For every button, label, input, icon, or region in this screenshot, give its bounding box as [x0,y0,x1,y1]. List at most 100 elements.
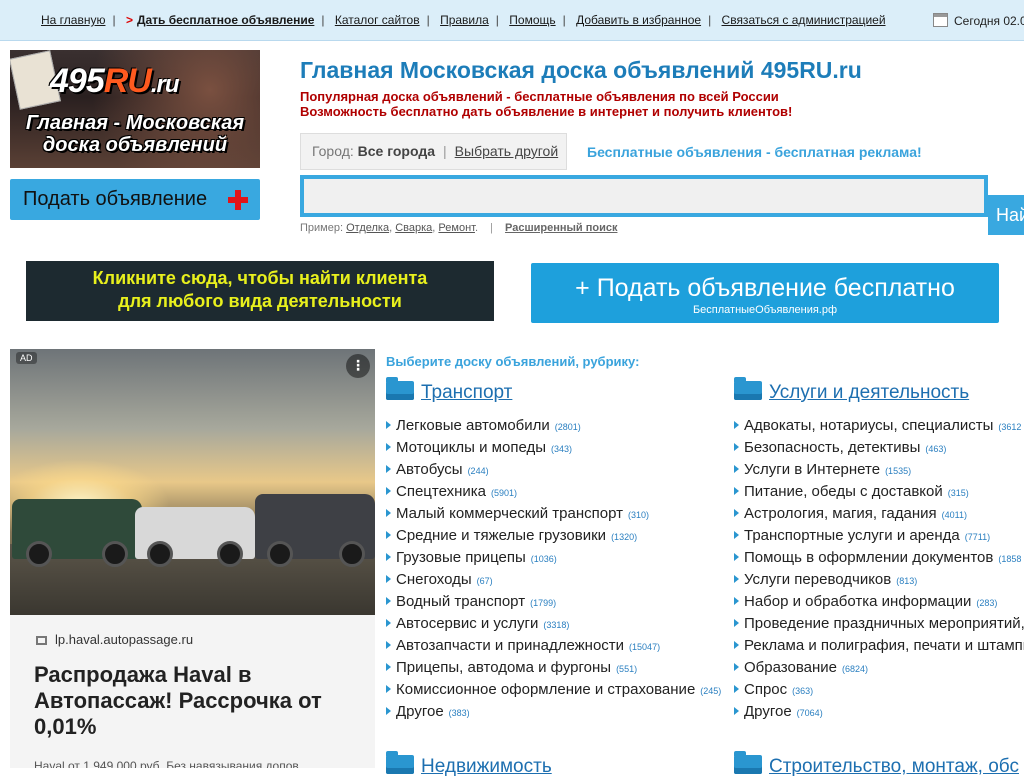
arrow-right-icon [386,509,391,517]
category-header: Услуги и деятельность [734,377,1024,408]
free-ad-banner[interactable]: + Подать объявление бесплатно Бесплатные… [531,263,999,323]
list-item-label[interactable]: Мотоциклы и мопеды [396,439,546,456]
wheel-icon [102,541,128,567]
advanced-search-link[interactable]: Расширенный поиск [505,222,617,234]
ad-domain[interactable]: lp.haval.autopassage.ru [36,632,193,647]
arrow-right-icon [734,531,739,539]
list-item[interactable]: Прицепы, автодома и фургоны (551) [386,659,686,681]
list-item-count: (67) [476,576,493,586]
nav-free-ad-link[interactable]: Дать бесплатное объявление [137,13,314,27]
list-item[interactable]: Безопасность, детективы (463) [734,439,1024,461]
list-item-label[interactable]: Автобусы [396,461,463,478]
list-item-label[interactable]: Транспортные услуги и аренда [744,527,960,544]
advertisement[interactable]: AD ⋮ lp.haval.autopassage.ru Распродажа … [10,349,375,768]
example-link[interactable]: Сварка [395,222,432,234]
list-item[interactable]: Легковые автомобили (2801) [386,417,686,439]
example-link[interactable]: Отделка [346,222,389,234]
list-item-label[interactable]: Автозапчасти и принадлежности [396,637,624,654]
arrow-right-icon [386,575,391,583]
list-item-label[interactable]: Питание, обеды с доставкой [744,483,943,500]
category-title-link[interactable]: Услуги и деятельность [769,382,969,403]
list-item[interactable]: Услуги переводчиков (813) [734,571,1024,593]
list-item-label[interactable]: Услуги в Интернете [744,461,880,478]
list-item-count: (551) [616,664,638,674]
list-item[interactable]: Спрос (363) [734,681,1024,703]
list-item[interactable]: Услуги в Интернете (1535) [734,461,1024,483]
nav-home-link[interactable]: На главную [41,13,105,27]
list-item[interactable]: Автобусы (244) [386,461,686,483]
nav-rules-link[interactable]: Правила [440,13,489,27]
category-title-link[interactable]: Транспорт [421,382,512,403]
list-item-label[interactable]: Другое [396,703,444,720]
list-item-label[interactable]: Набор и обработка информации [744,593,971,610]
list-item-count: (5901) [491,488,518,498]
list-item-label[interactable]: Малый коммерческий транспорт [396,505,623,522]
category-title-link[interactable]: Недвижимость [421,756,552,777]
list-item-label[interactable]: Грузовые прицепы [396,549,526,566]
list-item-label[interactable]: Услуги переводчиков [744,571,891,588]
list-item[interactable]: Спецтехника (5901) [386,483,686,505]
search-button[interactable]: Найти [988,195,1024,235]
list-item[interactable]: Помощь в оформлении документов (1858 [734,549,1024,571]
list-item-label[interactable]: Комиссионное оформление и страхование [396,681,695,698]
nav-favorites-link[interactable]: Добавить в избранное [576,13,701,27]
list-item[interactable]: Снегоходы (67) [386,571,686,593]
arrow-right-icon [734,707,739,715]
list-item[interactable]: Автозапчасти и принадлежности (15047) [386,637,686,659]
ad-headline[interactable]: Распродажа Haval в Автопассаж! Рассрочка… [34,662,364,740]
search-input[interactable] [300,175,988,217]
list-item-label[interactable]: Снегоходы [396,571,472,588]
list-item[interactable]: Реклама и полиграфия, печати и штампы [734,637,1024,659]
list-item[interactable]: Водный транспорт (1799) [386,593,686,615]
site-icon [36,636,47,645]
list-item-label[interactable]: Проведение праздничных мероприятий, [744,615,1024,632]
arrow-right-icon [386,443,391,451]
city-change-link[interactable]: Выбрать другой [455,143,558,159]
list-item[interactable]: Мотоциклы и мопеды (343) [386,439,686,461]
list-item-label[interactable]: Образование [744,659,837,676]
list-item[interactable]: Питание, обеды с доставкой (315) [734,483,1024,505]
list-item-label[interactable]: Водный транспорт [396,593,525,610]
list-item[interactable]: Адвокаты, нотариусы, специалисты (3612 [734,417,1024,439]
arrow-right-icon [734,443,739,451]
list-item[interactable]: Средние и тяжелые грузовики (1320) [386,527,686,549]
find-client-banner[interactable]: Кликните сюда, чтобы найти клиента для л… [26,261,494,321]
promo-text: Бесплатные объявления - бесплатная рекла… [587,144,922,160]
nav-catalog-link[interactable]: Каталог сайтов [335,13,420,27]
list-item-label[interactable]: Помощь в оформлении документов [744,549,993,566]
list-item-label[interactable]: Средние и тяжелые грузовики [396,527,606,544]
list-item[interactable]: Набор и обработка информации (283) [734,593,1024,615]
car-image-green [12,499,142,567]
list-item-label[interactable]: Астрология, магия, гадания [744,505,937,522]
list-item-label[interactable]: Реклама и полиграфия, печати и штампы [744,637,1024,654]
list-item-label[interactable]: Адвокаты, нотариусы, специалисты [744,417,993,434]
list-item[interactable]: Малый коммерческий транспорт (310) [386,505,686,527]
ad-options-icon[interactable]: ⋮ [346,354,370,378]
list-item-label[interactable]: Спецтехника [396,483,486,500]
free-ad-banner-domain: БесплатныеОбъявления.рф [692,304,838,316]
ad-image[interactable]: AD ⋮ [10,349,375,615]
list-item[interactable]: Образование (6824) [734,659,1024,681]
site-logo[interactable]: 495RU.ru Главная - Московская доска объя… [10,50,260,168]
list-item[interactable]: Астрология, магия, гадания (4011) [734,505,1024,527]
list-item-label[interactable]: Прицепы, автодома и фургоны [396,659,611,676]
nav-help-link[interactable]: Помощь [509,13,555,27]
list-item[interactable]: Другое (7064) [734,703,1024,725]
nav-contact-link[interactable]: Связаться с администрацией [722,13,886,27]
list-item-label[interactable]: Легковые автомобили [396,417,550,434]
list-item[interactable]: Другое (383) [386,703,686,725]
list-item-label[interactable]: Другое [744,703,792,720]
list-item[interactable]: Комиссионное оформление и страхование (24… [386,681,721,703]
submit-ad-button[interactable]: Подать объявление [10,179,260,220]
list-item[interactable]: Автосервис и услуги (3318) [386,615,686,637]
list-item[interactable]: Транспортные услуги и аренда (7711) [734,527,1024,549]
list-item-label[interactable]: Автосервис и услуги [396,615,538,632]
example-link[interactable]: Ремонт [438,222,475,234]
list-item-count: (3318) [543,620,570,630]
list-item-label[interactable]: Безопасность, детективы [744,439,920,456]
list-item[interactable]: Проведение праздничных мероприятий, [734,615,1024,637]
list-item[interactable]: Грузовые прицепы (1036) [386,549,686,571]
list-item-label[interactable]: Спрос [744,681,787,698]
today-date: Сегодня 02.0 [933,13,1024,28]
category-title-link[interactable]: Строительство, монтаж, обс [769,756,1019,777]
